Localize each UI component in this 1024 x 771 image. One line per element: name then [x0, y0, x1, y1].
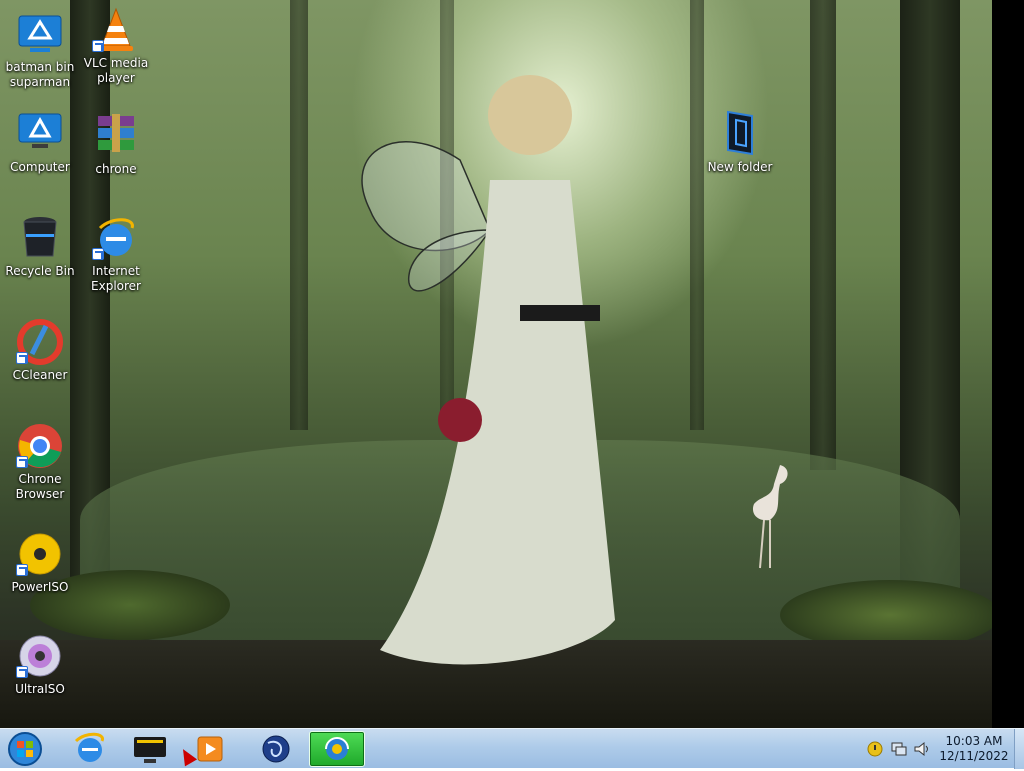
clock-time: 10:03 AM: [945, 734, 1003, 748]
shortcut-arrow-icon: [16, 666, 28, 678]
winrar-archive-icon: [98, 114, 134, 152]
desktop[interactable]: batman bin suparman VLC media player Com…: [0, 0, 1024, 728]
taskbar-media-center[interactable]: [124, 731, 176, 767]
icon-label: Recycle Bin: [5, 264, 75, 278]
desktop-icon-recycle-bin[interactable]: Recycle Bin: [2, 214, 78, 279]
computer-icon: [18, 113, 62, 148]
show-desktop-button[interactable]: [1014, 729, 1024, 769]
shortcut-arrow-icon: [16, 456, 28, 468]
desktop-icon-computer[interactable]: Computer: [2, 110, 78, 175]
shortcut-arrow-icon: [92, 248, 104, 260]
tray-network-icon[interactable]: [890, 740, 908, 758]
desktop-icon-poweriso[interactable]: PowerISO: [2, 530, 78, 595]
media-center-icon: [134, 737, 166, 763]
tray-speaker-alert-icon[interactable]: [866, 740, 884, 758]
icon-label: New folder: [707, 160, 773, 174]
network-folder-icon: [18, 15, 62, 52]
desktop-icon-vlc-media-player[interactable]: VLC media player: [78, 6, 154, 86]
icon-label: PowerISO: [11, 580, 69, 594]
recycle-bin-icon: [23, 217, 57, 257]
icon-label: Chrone Browser: [15, 472, 65, 501]
desktop-icon-new-folder[interactable]: New folder: [702, 110, 778, 175]
icon-label: batman bin suparman: [5, 60, 75, 89]
taskbar-browser-active[interactable]: [309, 731, 365, 767]
desktop-icon-chrone-browser[interactable]: Chrone Browser: [2, 422, 78, 502]
icon-label: Internet Explorer: [91, 264, 141, 293]
icon-label: Computer: [10, 160, 70, 174]
taskbar-internet-explorer[interactable]: [64, 731, 116, 767]
shortcut-arrow-icon: [92, 40, 104, 52]
internet-explorer-icon: [74, 732, 104, 762]
icon-label: chrone: [95, 162, 137, 176]
taskbar: 10:03 AM 12/11/2022: [0, 728, 1024, 769]
start-button[interactable]: [5, 731, 45, 767]
desktop-icon-internet-explorer[interactable]: Internet Explorer: [78, 214, 154, 294]
taskbar-clock[interactable]: 10:03 AM 12/11/2022: [936, 734, 1012, 764]
shortcut-arrow-icon: [16, 352, 28, 364]
network-globe-icon: [262, 735, 290, 763]
icon-label: UltraISO: [15, 682, 65, 696]
windows-orb-icon: [8, 732, 42, 766]
tray-volume-icon[interactable]: [913, 740, 931, 758]
browser-icon: [325, 737, 349, 760]
shortcut-arrow-icon: [16, 564, 28, 576]
desktop-icon-batman-bin-suparman[interactable]: batman bin suparman: [2, 10, 78, 90]
desktop-icon-chrone[interactable]: chrone: [78, 112, 154, 177]
desktop-icon-ccleaner[interactable]: CCleaner: [2, 318, 78, 383]
taskbar-network[interactable]: [250, 731, 302, 767]
icon-label: VLC media player: [83, 56, 149, 85]
folder-icon: [727, 110, 753, 156]
clock-date: 12/11/2022: [939, 749, 1009, 763]
icon-label: CCleaner: [12, 368, 68, 382]
desktop-icon-ultraiso[interactable]: UltraISO: [2, 632, 78, 697]
